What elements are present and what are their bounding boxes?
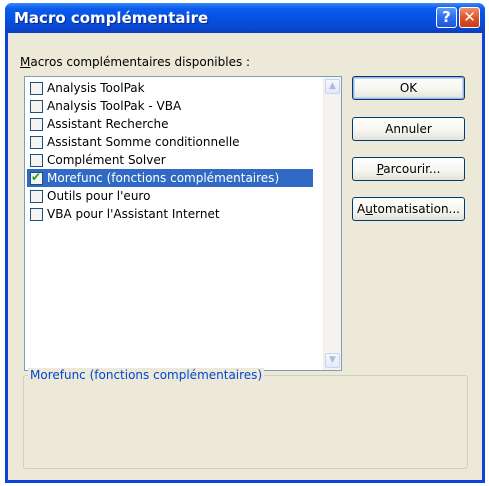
cancel-button[interactable]: Annuler [352,117,465,141]
title-bar[interactable]: Macro complémentaire ? ✕ [5,3,485,33]
list-item-assistant-somme[interactable]: Assistant Somme conditionnelle [27,133,313,151]
ok-button-label: OK [399,81,418,95]
checkbox[interactable] [30,81,43,95]
list-item-complement-solver[interactable]: Complément Solver [27,151,313,169]
cancel-button-label: Annuler [385,122,432,136]
close-icon: ✕ [463,8,476,26]
list-item-label: Assistant Recherche [47,117,169,131]
window-title: Macro complémentaire [14,9,209,27]
list-item-label: Analysis ToolPak - VBA [47,99,182,113]
list-item-morefunc[interactable]: ✔ Morefunc (fonctions complémentaires) [27,169,313,187]
description-title: Morefunc (fonctions complémentaires) [28,368,265,382]
list-item-label: Assistant Somme conditionnelle [47,135,240,149]
addins-list-caption: Macros complémentaires disponibles : [20,55,251,69]
chevron-down-icon: ▼ [329,355,336,365]
scroll-down-button[interactable]: ▼ [325,353,340,368]
list-item-analysis-toolpak[interactable]: Analysis ToolPak [27,79,313,97]
list-item-label: Analysis ToolPak [47,81,145,95]
list-item-outils-euro[interactable]: Outils pour l'euro [27,187,313,205]
checkbox[interactable] [30,153,43,167]
list-item-label: Complément Solver [47,153,166,167]
list-item-label: Outils pour l'euro [47,189,151,203]
list-item-label: Morefunc (fonctions complémentaires) [47,171,280,185]
checkbox[interactable] [30,135,43,149]
chevron-up-icon: ▲ [329,81,336,91]
checkmark-icon: ✔ [31,169,42,184]
checkbox-checked[interactable]: ✔ [30,169,43,185]
help-button[interactable]: ? [436,7,457,28]
checkbox[interactable] [30,207,43,221]
list-scrollbar[interactable]: ▲ ▼ [323,77,341,370]
addins-listbox[interactable]: Analysis ToolPak Analysis ToolPak - VBA … [24,76,342,371]
description-group: Morefunc (fonctions complémentaires) [23,368,468,469]
close-button[interactable]: ✕ [459,7,480,28]
scroll-up-button[interactable]: ▲ [325,79,340,94]
list-item-label: VBA pour l'Assistant Internet [47,207,220,221]
checkbox[interactable] [30,99,43,113]
list-item-assistant-recherche[interactable]: Assistant Recherche [27,115,313,133]
checkbox[interactable] [30,189,43,203]
ok-button[interactable]: OK [352,76,465,100]
automation-button[interactable]: Automatisation... [352,197,465,221]
help-icon: ? [442,8,451,26]
list-item-analysis-toolpak-vba[interactable]: Analysis ToolPak - VBA [27,97,313,115]
checkbox[interactable] [30,117,43,131]
dialog-body: Macros complémentaires disponibles : Ana… [8,33,482,480]
addins-dialog: Macro complémentaire ? ✕ Macros compléme… [5,3,485,483]
browse-button[interactable]: Parcourir... [352,157,465,181]
list-item-vba-assistant-internet[interactable]: VBA pour l'Assistant Internet [27,205,313,223]
